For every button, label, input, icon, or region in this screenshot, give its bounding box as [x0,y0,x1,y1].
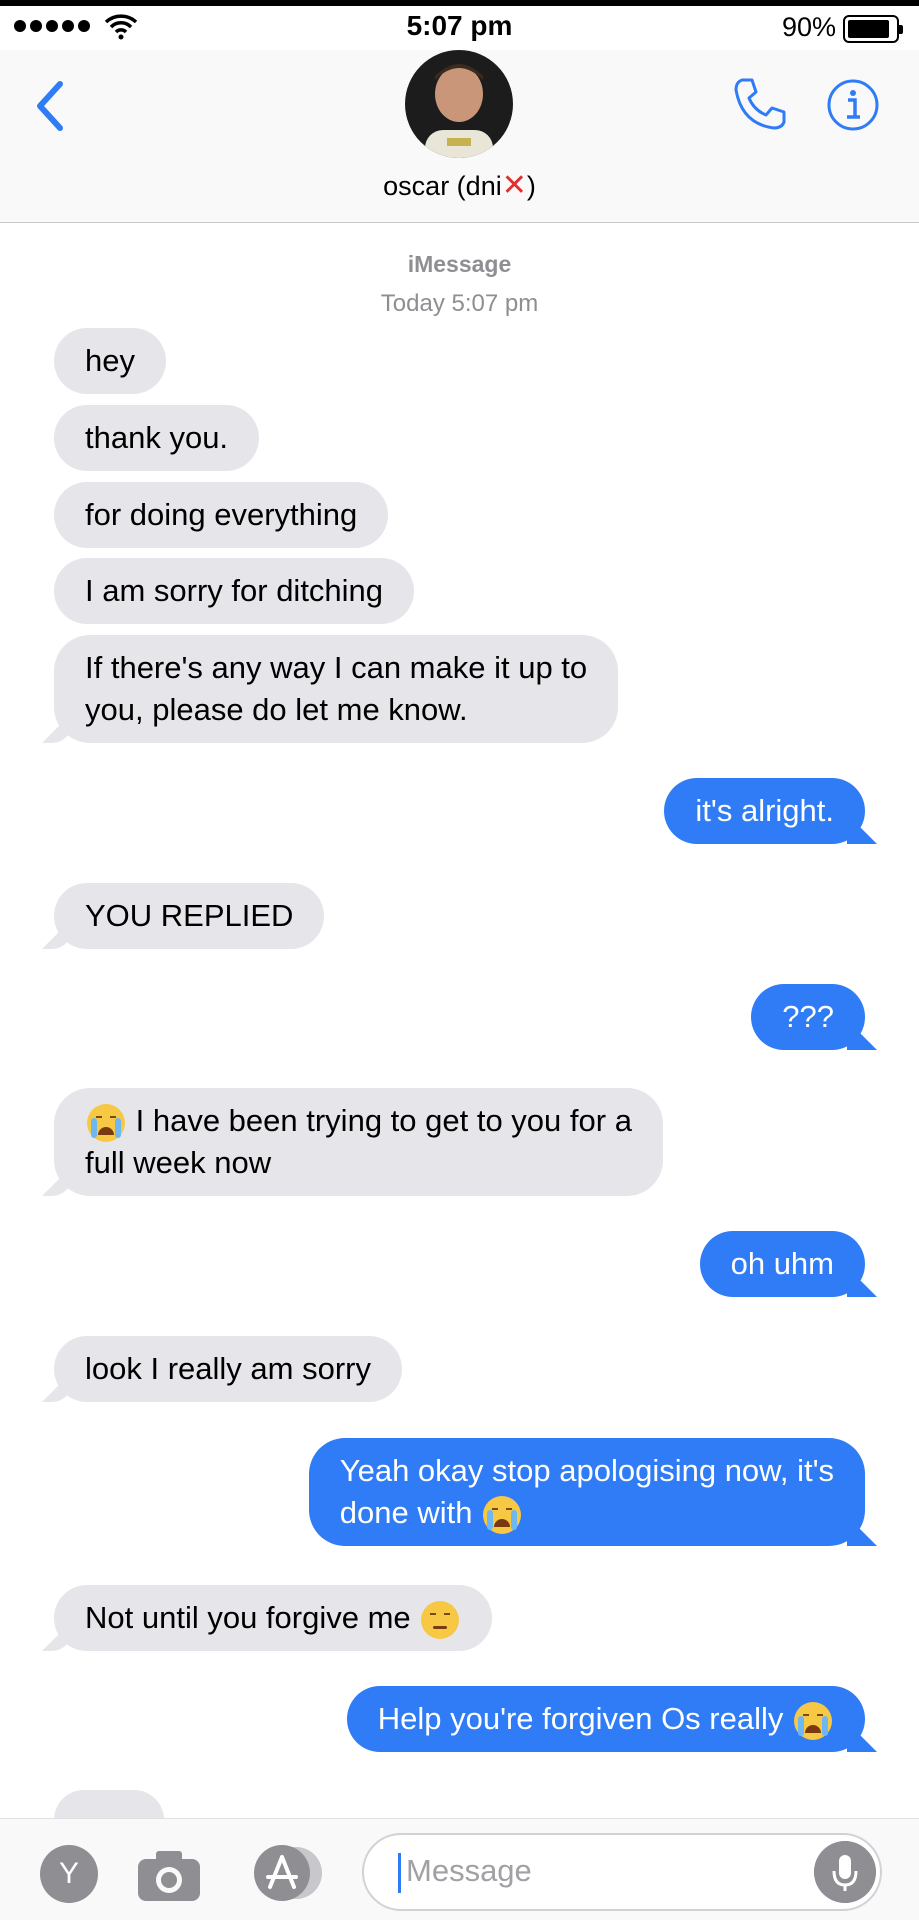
message-line: I have been trying to get to you for a [85,1100,632,1142]
message-line: done with [340,1492,834,1534]
message-outgoing[interactable]: Yeah okay stop apologising now, it's don… [308,1438,865,1546]
message-outgoing[interactable]: ??? [751,984,865,1050]
loudly-crying-face-icon [87,1103,125,1142]
message-outgoing[interactable]: oh uhm [699,1231,865,1297]
conversation-header: oscar (dni✕) [0,50,919,223]
avatar[interactable] [405,50,513,158]
message-line: you, please do let me know. [85,692,468,727]
message-placeholder: Message [406,1853,532,1888]
battery-percent: 90% [781,12,836,42]
camera-icon[interactable] [136,1845,202,1903]
message-text: Help you're forgiven Os really [377,1701,784,1736]
loudly-crying-face-icon [483,1495,522,1534]
message-text: Not until you forgive me [85,1600,411,1635]
message-line: If there's any way I can make it up to [85,650,588,685]
chevron-left-icon[interactable] [30,76,70,136]
info-icon[interactable] [826,78,880,132]
message-line: Yeah okay stop apologising now, it's [339,1453,834,1488]
cross-mark-icon: ✕ [501,169,527,202]
message-incoming[interactable]: If there's any way I can make it up to y… [54,635,619,743]
loudly-crying-face-icon [794,1701,832,1740]
message-incoming[interactable]: for doing everything [54,482,389,548]
input-bar: Y Message [0,1818,919,1920]
phone-icon[interactable] [730,74,790,134]
message-incoming[interactable]: hey [54,328,166,394]
text-caret [398,1853,401,1893]
message-incoming[interactable]: YOU REPLIED [54,883,325,949]
pensive-face-icon [421,1600,460,1639]
message-incoming[interactable]: thank you. [54,405,260,471]
thread-timestamp: Today 5:07 pm [380,290,539,317]
message-outgoing[interactable]: Help you're forgiven Os really [346,1686,865,1752]
message-line: full week now [85,1145,272,1180]
microphone-icon[interactable] [814,1841,876,1903]
message-text: done with [339,1495,473,1530]
message-text: I have been trying to get to you for a [127,1103,632,1138]
message-input[interactable]: Message [362,1833,882,1911]
status-bar: 5:07 pm 90% [0,6,919,50]
app-store-icon[interactable] [246,1843,326,1903]
message-outgoing[interactable]: it's alright. [664,778,865,844]
app-drawer-button[interactable]: Y [40,1845,98,1903]
battery-icon [843,15,903,43]
message-incoming[interactable]: look I really am sorry [54,1336,402,1402]
message-incoming[interactable]: I have been trying to get to you for a f… [54,1088,663,1196]
message-incoming[interactable]: Not until you forgive me [54,1585,493,1651]
contact-name[interactable]: oscar (dni✕) [0,168,919,203]
service-label: iMessage [407,251,512,277]
message-incoming[interactable]: I am sorry for ditching [54,558,415,624]
